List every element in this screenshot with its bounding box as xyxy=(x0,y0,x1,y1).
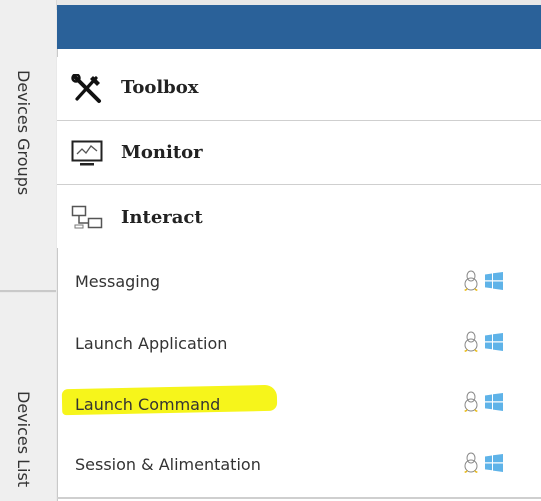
tab-devices-list-label: Devices List xyxy=(14,391,33,488)
section-interact[interactable]: Interact xyxy=(57,185,541,248)
tab-devices-list[interactable]: Devices List xyxy=(0,293,56,501)
section-monitor[interactable]: Monitor xyxy=(57,121,541,185)
windows-icon xyxy=(485,333,503,355)
interact-item-label: Launch Application xyxy=(75,334,228,353)
interact-item-label: Session & Alimentation xyxy=(75,455,261,474)
windows-icon xyxy=(485,393,503,415)
interact-item-label: Launch Command xyxy=(75,395,221,414)
interact-icon xyxy=(71,205,103,235)
linux-icon xyxy=(463,270,479,296)
section-toolbox[interactable]: Toolbox xyxy=(57,57,541,121)
side-tab-strip: Devices Groups Devices List xyxy=(0,0,58,501)
interact-item-messaging[interactable]: Messaging xyxy=(57,252,541,312)
section-toolbox-label: Toolbox xyxy=(121,77,199,98)
linux-icon xyxy=(463,391,479,417)
interact-item-label: Messaging xyxy=(75,272,161,291)
panel-header-bar xyxy=(57,5,541,49)
tab-devices-groups-label: Devices Groups xyxy=(14,70,33,196)
tools-icon xyxy=(71,73,103,108)
linux-icon xyxy=(463,331,479,357)
monitor-icon xyxy=(71,140,103,172)
interact-item-session-alimentation[interactable]: Session & Alimentation xyxy=(57,434,541,494)
section-monitor-label: Monitor xyxy=(121,142,203,163)
os-icons xyxy=(463,391,503,415)
section-interact-label: Interact xyxy=(121,207,203,228)
windows-icon xyxy=(485,454,503,476)
divider xyxy=(57,497,541,499)
os-icons xyxy=(463,452,503,476)
os-icons xyxy=(463,270,503,294)
tab-devices-groups[interactable]: Devices Groups xyxy=(0,0,56,292)
linux-icon xyxy=(463,452,479,478)
interact-item-launch-command[interactable]: Launch Command xyxy=(57,373,541,433)
interact-item-launch-application[interactable]: Launch Application xyxy=(57,313,541,373)
os-icons xyxy=(463,331,503,355)
windows-icon xyxy=(485,272,503,294)
